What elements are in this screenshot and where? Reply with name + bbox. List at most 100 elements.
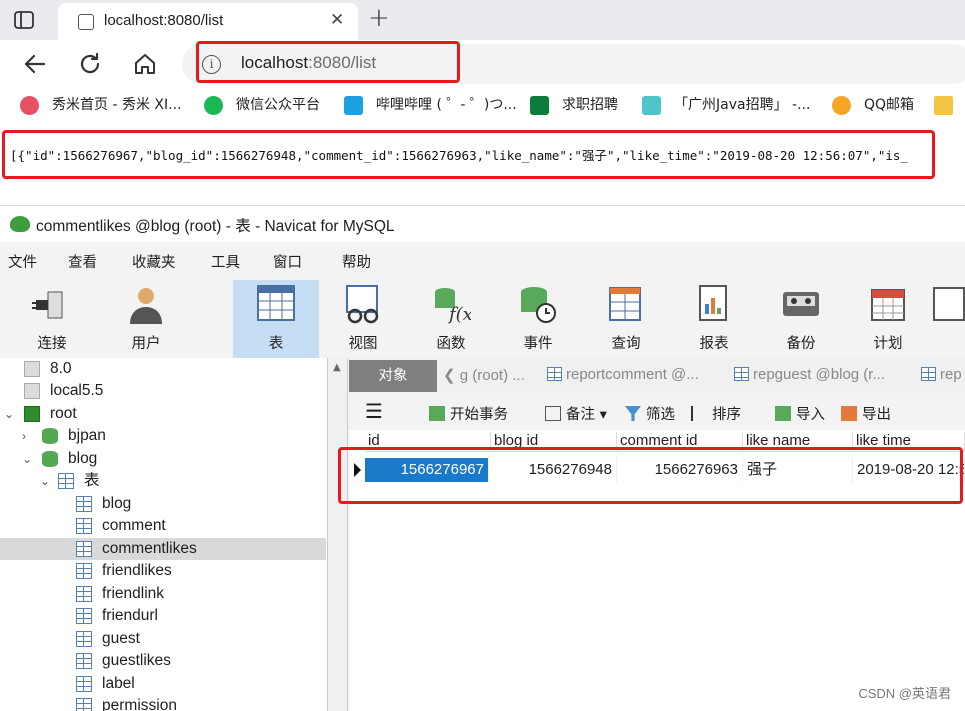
tree-item[interactable]: blog [0,493,326,515]
chevron-right-icon[interactable]: › [22,425,26,447]
filter-button[interactable]: 筛选 [625,403,675,424]
functions-button[interactable]: f(x) 函数 [411,280,491,356]
scroll-up-icon[interactable]: ▲ [333,362,341,373]
tab-doc[interactable]: rep [921,366,962,383]
current-row-indicator-icon [354,463,361,477]
table-icon [76,676,92,692]
browser-tab-strip: localhost:8080/list ✕ + [0,0,965,40]
back-icon[interactable] [21,50,49,78]
tab-title: localhost:8080/list [104,12,224,29]
cell-like-time[interactable]: 2019-08-20 12:56:07 [853,458,965,482]
connection-tree: 8.0 local5.5 ⌄ root › bjpan ⌄ blog ⌄ 表 b… [0,358,328,711]
plug-icon [32,291,63,319]
tree-item[interactable]: guestlikes [0,650,326,672]
tree-item[interactable]: guest [0,628,326,650]
cell-id[interactable]: 1566276967 [365,458,489,482]
views-button[interactable]: 视图 [323,280,403,356]
reports-button[interactable]: 报表 [674,280,754,356]
queries-button[interactable]: 查询 [586,280,666,356]
schedule-button[interactable]: 计划 [848,280,928,356]
tree-item[interactable]: › bjpan [0,425,326,447]
tables-button[interactable]: 表 [233,280,319,358]
bookmarks-bar: 秀米首页 - 秀米 XI... 微信公众平台 哔哩哔哩 ( ゜- ゜)つ... … [0,88,965,124]
table-toolbar: ☰ 开始事务 备注 ▾ 筛选 排序 导入 导出 [349,396,965,430]
navicat-logo-icon [10,216,30,232]
site-info-icon[interactable]: i [202,55,221,74]
column-header[interactable]: id [365,432,491,452]
menu-tools[interactable]: 工具 [211,251,240,272]
tree-item[interactable]: ⌄ blog [0,448,326,470]
new-tab-button[interactable]: + [368,3,390,33]
model-icon [933,287,965,321]
bilibili-icon [344,96,363,115]
tab-doc[interactable]: ❮ g (root) ... [443,366,525,384]
table-icon [76,496,92,512]
table-icon [734,367,749,381]
tree-item[interactable]: friendlink [0,583,326,605]
tab-objects[interactable]: 对象 [349,360,437,392]
tab-actions-icon[interactable] [12,8,36,32]
address-bar[interactable]: i localhost:8080/list [182,44,965,84]
url-text[interactable]: localhost:8080/list [241,53,376,73]
cell-like-name[interactable]: 强子 [743,458,853,482]
table-icon [76,541,92,557]
navicat-title-bar: commentlikes @blog (root) - 表 - Navicat … [0,206,965,242]
export-button[interactable]: 导出 [841,403,891,424]
table-row[interactable]: 1566276967 1566276948 1566276963 强子 2019… [365,458,965,482]
qqmail-icon [832,96,851,115]
connect-button[interactable]: 连接 [12,280,92,356]
menu-help[interactable]: 帮助 [342,251,371,272]
home-icon[interactable] [131,50,159,78]
cell-blog-id[interactable]: 1566276948 [491,458,617,482]
events-button[interactable]: 事件 [498,280,578,356]
sort-button[interactable]: 排序 [691,403,741,424]
export-icon [841,406,857,421]
chevron-down-icon[interactable]: ⌄ [22,448,32,470]
tree-item-selected[interactable]: commentlikes [0,538,326,560]
svg-text:f(x): f(x) [447,304,471,324]
tab-doc[interactable]: reportcomment @... [547,366,699,383]
filter-icon [625,406,641,421]
tree-item[interactable]: local5.5 [0,380,326,402]
chevron-down-icon[interactable]: ⌄ [4,403,14,425]
table-icon [76,608,92,624]
backup-button[interactable]: 备份 [761,280,841,356]
menu-file[interactable]: 文件 [8,251,37,272]
column-header[interactable]: comment id [617,432,743,452]
transaction-icon [429,406,445,421]
chevron-down-icon[interactable]: ⌄ [40,470,50,492]
browser-toolbar: i localhost:8080/list [0,40,965,88]
users-button[interactable]: 用户 [106,280,186,356]
tab-doc[interactable]: repguest @blog (r... [734,366,885,383]
tree-item[interactable]: permission [0,695,326,711]
column-header[interactable]: blog id [491,432,617,452]
tree-item[interactable]: friendlikes [0,560,326,582]
import-button[interactable]: 导入 [775,403,825,424]
menu-window[interactable]: 窗口 [273,251,302,272]
reload-icon[interactable] [76,50,104,78]
tree-item[interactable]: ⌄ root [0,403,326,425]
menu-icon[interactable]: ☰ [365,399,383,423]
wechat-icon [204,96,223,115]
column-header[interactable]: like time [853,432,965,452]
tree-scrollbar[interactable]: ▲ [328,358,348,711]
tree-item[interactable]: friendurl [0,605,326,627]
tree-item[interactable]: ⌄ 表 [0,470,326,492]
menu-favorites[interactable]: 收藏夹 [132,251,176,272]
connection-icon [24,383,40,399]
menu-view[interactable]: 查看 [68,251,97,272]
tree-item[interactable]: comment [0,515,326,537]
table-icon [76,518,92,534]
tree-item[interactable]: label [0,673,326,695]
tree-item[interactable]: 8.0 [0,358,326,380]
function-icon: f(x) [435,288,471,324]
browser-tab[interactable]: localhost:8080/list ✕ [58,3,358,40]
begin-transaction-button[interactable]: 开始事务 [429,403,508,424]
memo-button[interactable]: 备注 ▾ [545,403,607,424]
close-tab-icon[interactable]: ✕ [330,10,344,30]
watermark: CSDN @英语君 [858,686,951,701]
more-tools-button[interactable] [932,280,965,356]
cell-comment-id[interactable]: 1566276963 [617,458,743,482]
column-header[interactable]: like name [743,432,853,452]
memo-icon [545,406,561,421]
